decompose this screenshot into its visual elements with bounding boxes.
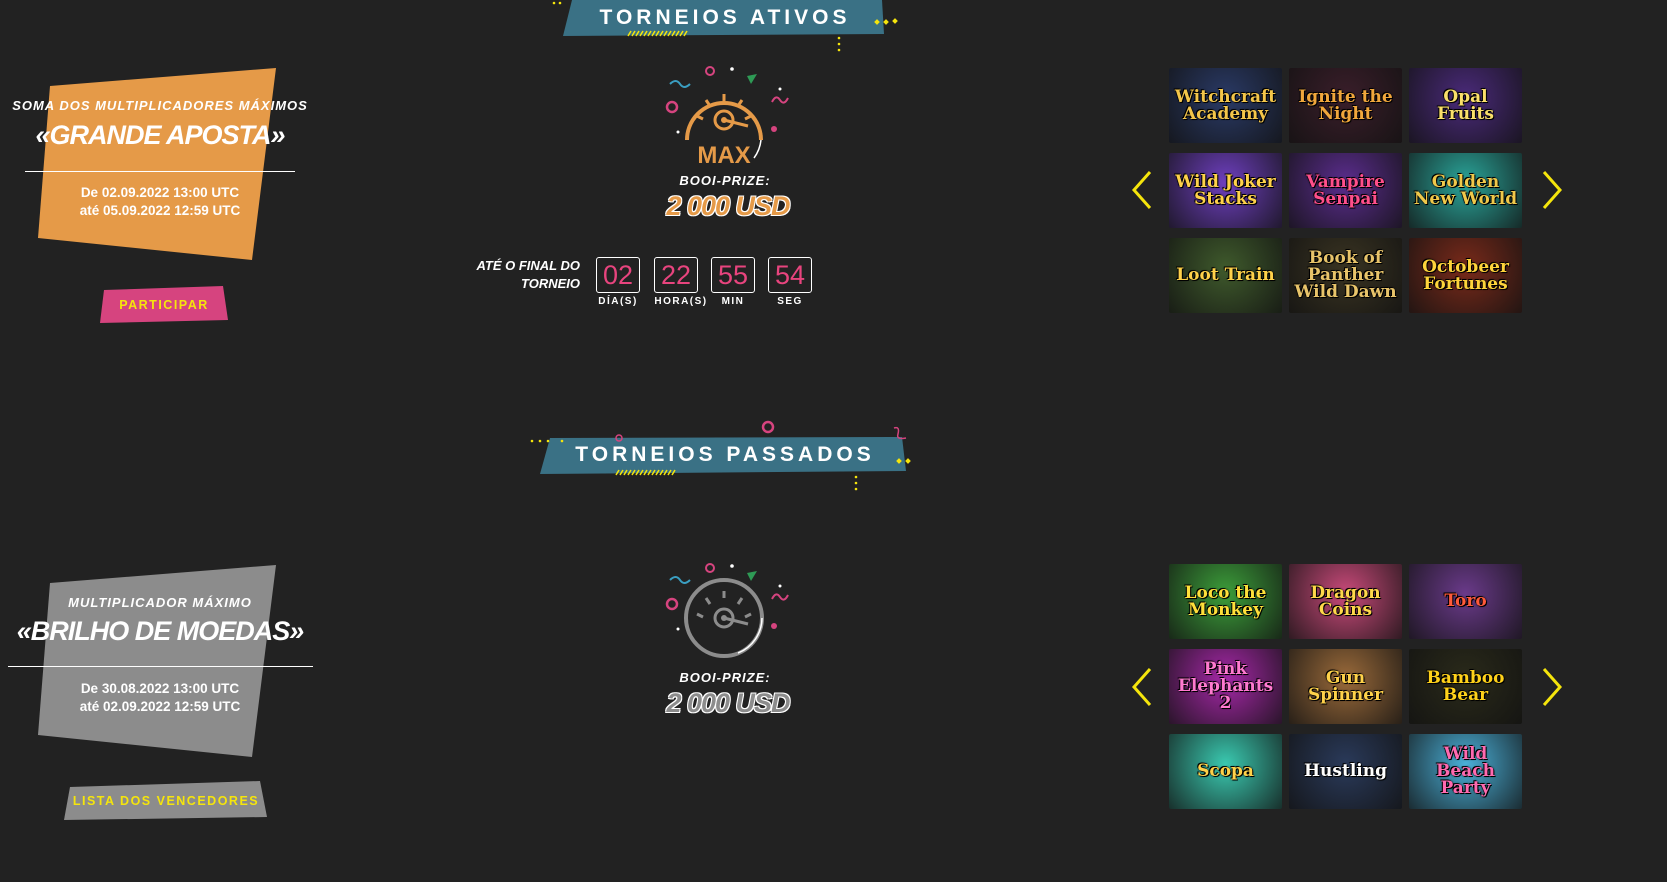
game-title: Scopa (1197, 761, 1254, 781)
tournament-dates: De 02.09.2022 13:00 UTC até 05.09.2022 1… (0, 184, 330, 220)
winners-list-button[interactable]: LISTA DOS VENCEDORES (64, 781, 268, 821)
countdown-seconds: 54 (768, 257, 812, 293)
prize-label: BOOI-PRIZE: (679, 670, 771, 685)
date-to: até 02.09.2022 12:59 UTC (79, 699, 241, 714)
game-thumbnail[interactable]: Hustling (1289, 734, 1402, 809)
card-divider (25, 171, 295, 172)
game-title: Wild Beach Party (1436, 744, 1495, 798)
tournament-type-label: SOMA DOS MULTIPLICADORES MÁXIMOS (12, 98, 308, 113)
game-title: Book of Panther Wild Dawn (1294, 248, 1397, 302)
game-thumbnail[interactable]: Dragon Coins (1289, 564, 1402, 639)
date-from: De 02.09.2022 13:00 UTC (80, 185, 240, 200)
game-thumbnail[interactable]: Opal Fruits (1409, 68, 1522, 143)
speedometer-icon (665, 563, 789, 658)
game-thumbnail[interactable]: Vampire Senpai (1289, 153, 1402, 228)
participate-button[interactable]: PARTICIPAR (99, 286, 229, 324)
countdown-hours: 22 (654, 257, 698, 293)
game-title: Loot Train (1176, 265, 1275, 285)
game-thumbnail[interactable]: Toro (1409, 564, 1522, 639)
countdown-hours-label: HORA(S) (654, 296, 708, 307)
carousel-prev-arrow[interactable] (1128, 665, 1158, 709)
game-thumbnail[interactable]: Wild Beach Party (1409, 734, 1522, 809)
game-title: Vampire Senpai (1306, 171, 1385, 209)
game-title: Toro (1444, 591, 1487, 611)
game-thumbnail[interactable]: Pink Elephants 2 (1169, 649, 1282, 724)
prize-label: BOOI-PRIZE: (679, 173, 771, 188)
game-thumbnail[interactable]: Book of Panther Wild Dawn (1289, 238, 1402, 313)
tournament-type-label: MULTIPLICADOR MÁXIMO (68, 595, 252, 610)
game-thumbnail[interactable]: Loco the Monkey (1169, 564, 1282, 639)
countdown-days-label: DÍA(S) (598, 296, 638, 307)
game-thumbnail[interactable]: Gun Spinner (1289, 649, 1402, 724)
countdown-caption: ATÉ O FINAL DO TORNEIO (476, 258, 580, 291)
prize-amount: 2 000 USD (666, 688, 790, 718)
date-to: até 05.09.2022 12:59 UTC (79, 203, 241, 218)
tournament-dates: De 30.08.2022 13:00 UTC até 02.09.2022 1… (0, 680, 330, 716)
game-title: Opal Fruits (1437, 86, 1494, 124)
card-divider (8, 666, 313, 667)
game-title: Golden New World (1413, 171, 1518, 209)
game-title: Wild Joker Stacks (1175, 171, 1276, 209)
game-thumbnail[interactable]: Wild Joker Stacks (1169, 153, 1282, 228)
game-title: Dragon Coins (1310, 582, 1381, 620)
game-thumbnail[interactable]: Ignite the Night (1289, 68, 1402, 143)
active-section-heading: TORNEIOS ATIVOS (552, 0, 898, 52)
date-from: De 30.08.2022 13:00 UTC (80, 681, 240, 696)
game-title: Gun Spinner (1307, 667, 1384, 705)
game-title: Hustling (1303, 761, 1387, 781)
game-title: Witchcraft Academy (1174, 86, 1277, 124)
game-thumbnail[interactable]: Bamboo Bear (1409, 649, 1522, 724)
carousel-prev-arrow[interactable] (1128, 168, 1158, 212)
game-title: Bamboo Bear (1426, 667, 1505, 705)
heading-text: TORNEIOS ATIVOS (599, 6, 851, 29)
heading-confetti (530, 420, 907, 443)
countdown-minutes-label: MIN (721, 296, 745, 307)
game-title: Pink Elephants 2 (1177, 659, 1274, 713)
game-title: Ignite the Night (1298, 86, 1393, 124)
prize-amount: 2 000 USD (666, 191, 790, 221)
game-thumbnail[interactable]: Scopa (1169, 734, 1282, 809)
max-speedometer-icon: MAX (665, 66, 789, 169)
carousel-next-arrow[interactable] (1536, 665, 1566, 709)
game-title: Octobeer Fortunes (1422, 256, 1509, 294)
game-thumbnail[interactable]: Octobeer Fortunes (1409, 238, 1522, 313)
tournament-title: «GRANDE APOSTA» (35, 120, 285, 150)
carousel-next-arrow[interactable] (1536, 168, 1566, 212)
countdown-days: 02 (596, 257, 640, 293)
game-thumbnail[interactable]: Golden New World (1409, 153, 1522, 228)
countdown-minutes: 55 (711, 257, 755, 293)
tournament-title: «BRILHO DE MOEDAS» (16, 616, 305, 646)
game-thumbnail[interactable]: Witchcraft Academy (1169, 68, 1282, 143)
game-title: Loco the Monkey (1184, 582, 1267, 620)
gauge-text: MAX (697, 142, 750, 169)
game-thumbnail[interactable]: Loot Train (1169, 238, 1282, 313)
countdown-seconds-label: SEG (777, 296, 803, 307)
